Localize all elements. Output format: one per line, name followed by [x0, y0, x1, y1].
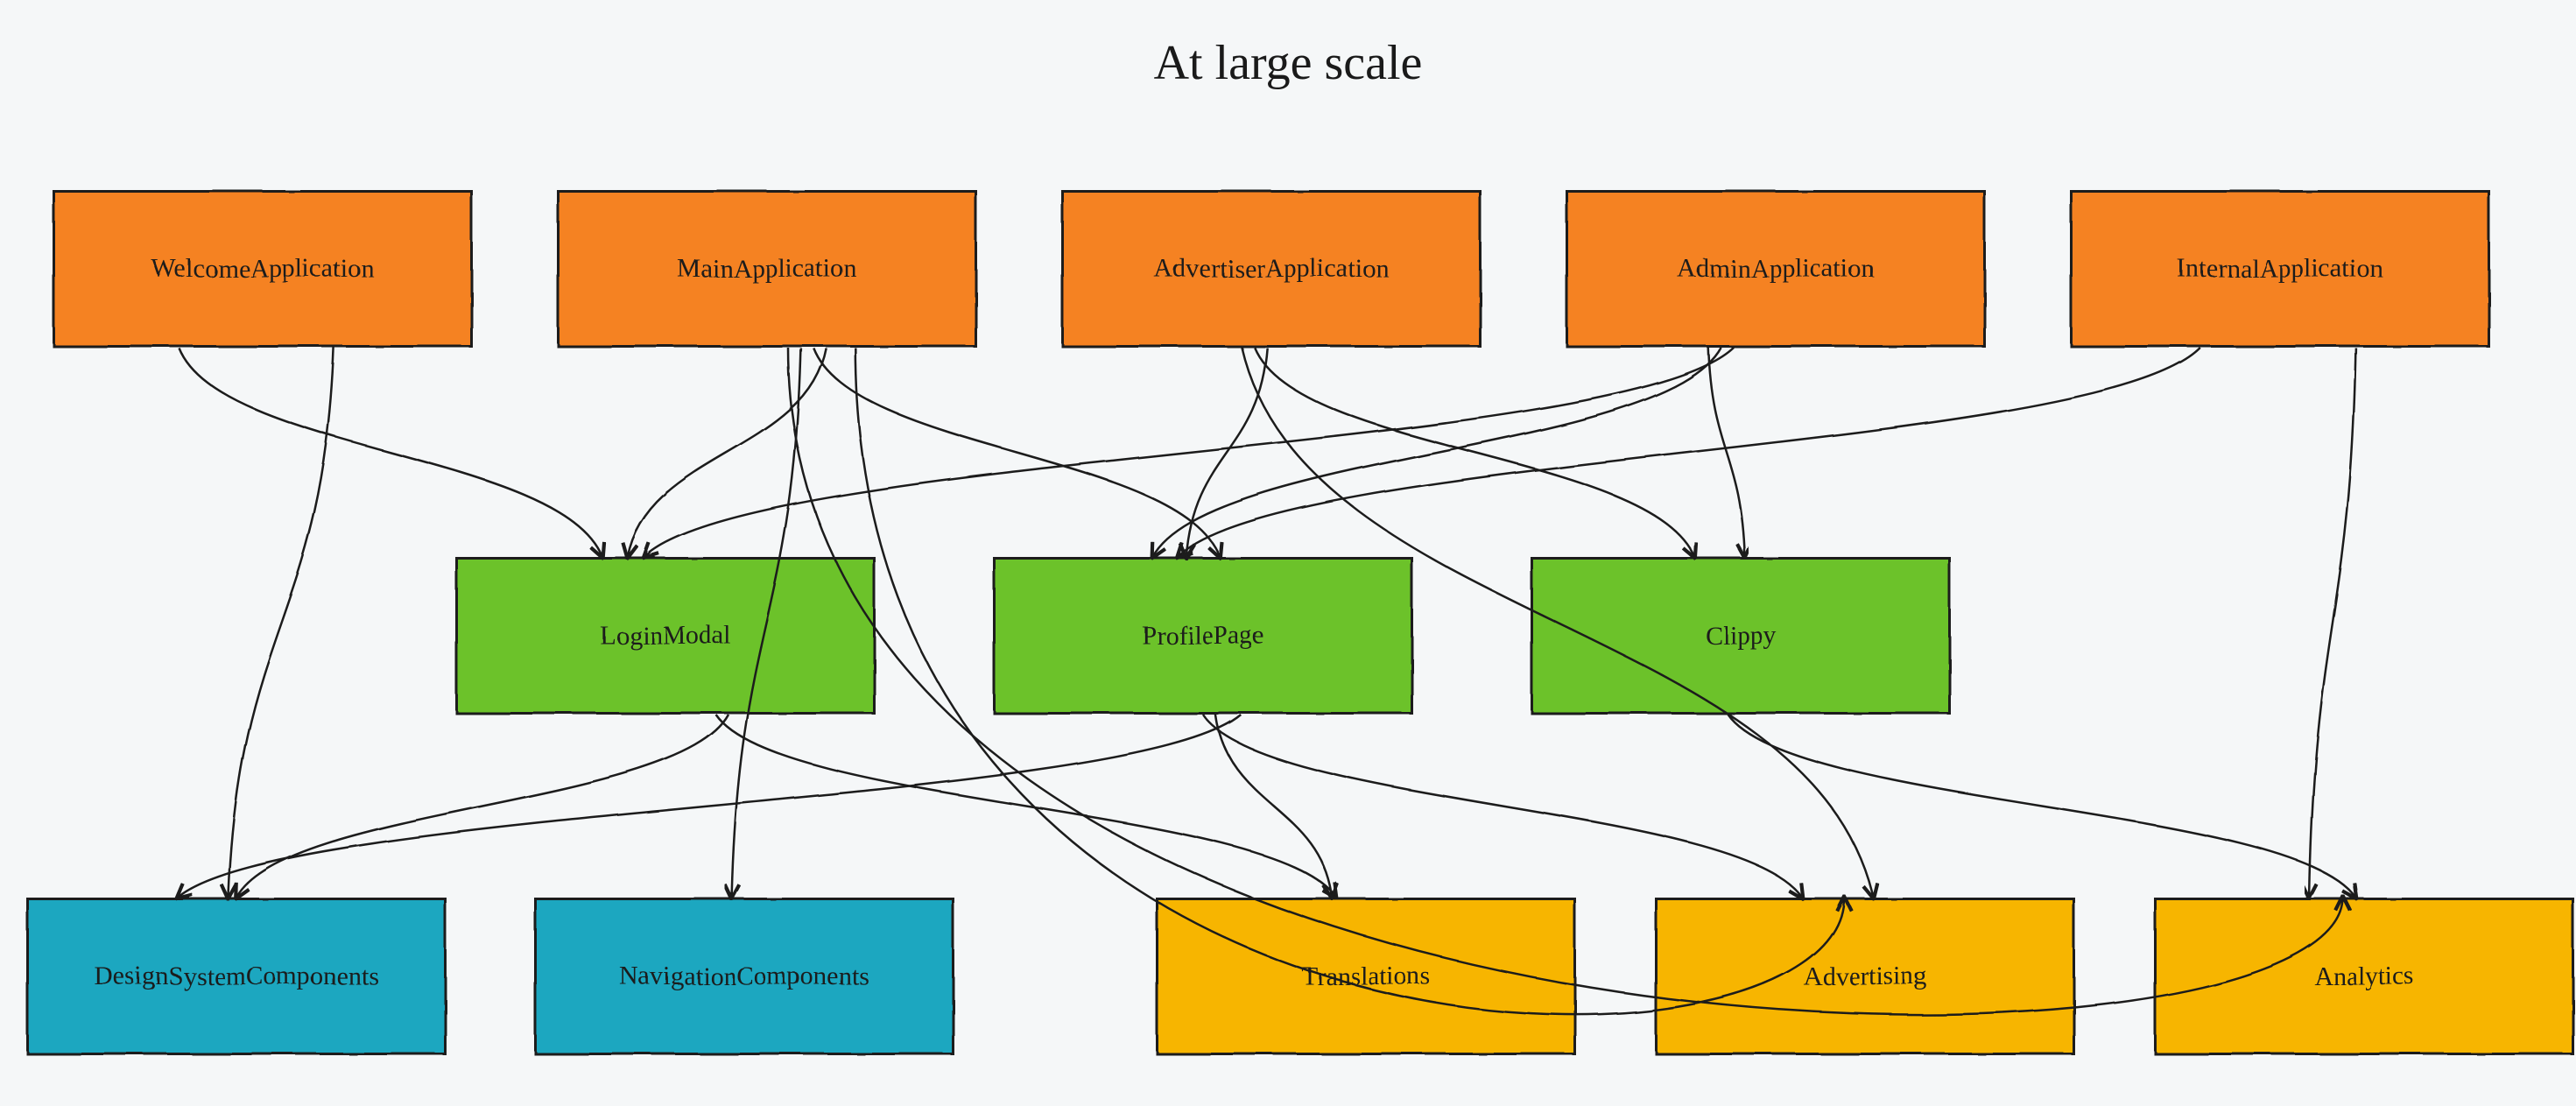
- node-internal-application: InternalApplication: [2070, 190, 2490, 348]
- node-analytics: Analytics: [2154, 898, 2574, 1055]
- edge-profile-to-dsc: [178, 715, 1241, 898]
- edge-admin-to-login: [644, 348, 1734, 557]
- node-navigation-components: NavigationComponents: [534, 898, 954, 1055]
- edge-profile-to-trans: [1215, 715, 1332, 898]
- node-advertiser-application: AdvertiserApplication: [1061, 190, 1482, 348]
- node-label: ProfilePage: [1142, 621, 1264, 651]
- edge-advertiser-to-profile: [1186, 348, 1267, 557]
- edge-internal-to-analytics: [2310, 348, 2356, 898]
- edge-welcome-to-login: [179, 348, 602, 557]
- edge-login-to-dsc: [236, 715, 728, 898]
- node-welcome-application: WelcomeApplication: [53, 190, 473, 348]
- diagram-title: At large scale: [0, 35, 2576, 91]
- edge-internal-to-profile: [1178, 348, 2200, 557]
- node-label: WelcomeApplication: [151, 254, 374, 284]
- node-label: AdvertiserApplication: [1154, 254, 1389, 284]
- edge-admin-to-profile: [1152, 348, 1721, 557]
- node-label: Translations: [1301, 962, 1430, 991]
- edge-welcome-to-dsc: [228, 348, 334, 898]
- edge-advertiser-to-clippy: [1255, 348, 1694, 557]
- node-label: MainApplication: [678, 254, 857, 284]
- node-clippy: Clippy: [1531, 557, 1951, 715]
- edge-admin-to-clippy: [1708, 348, 1745, 557]
- node-label: Clippy: [1705, 621, 1777, 651]
- node-label: InternalApplication: [2178, 254, 2383, 284]
- node-label: Advertising: [1803, 962, 1927, 991]
- node-profile-page: ProfilePage: [993, 557, 1413, 715]
- node-main-application: MainApplication: [557, 190, 977, 348]
- node-label: AdminApplication: [1678, 254, 1875, 284]
- edge-login-to-trans: [716, 715, 1337, 898]
- node-label: Analytics: [2314, 962, 2415, 991]
- edge-profile-to-ads: [1203, 715, 1802, 898]
- node-translations: Translations: [1156, 898, 1576, 1055]
- node-admin-application: AdminApplication: [1566, 190, 1986, 348]
- node-label: NavigationComponents: [620, 962, 869, 991]
- node-label: LoginModal: [600, 621, 731, 651]
- node-design-system-components: DesignSystemComponents: [26, 898, 447, 1055]
- edge-main-to-login: [628, 348, 826, 557]
- edge-clippy-to-analytics: [1728, 715, 2356, 898]
- edge-main-to-profile: [813, 348, 1220, 557]
- node-label: DesignSystemComponents: [94, 962, 378, 991]
- node-advertising: Advertising: [1655, 898, 2075, 1055]
- node-login-modal: LoginModal: [455, 557, 876, 715]
